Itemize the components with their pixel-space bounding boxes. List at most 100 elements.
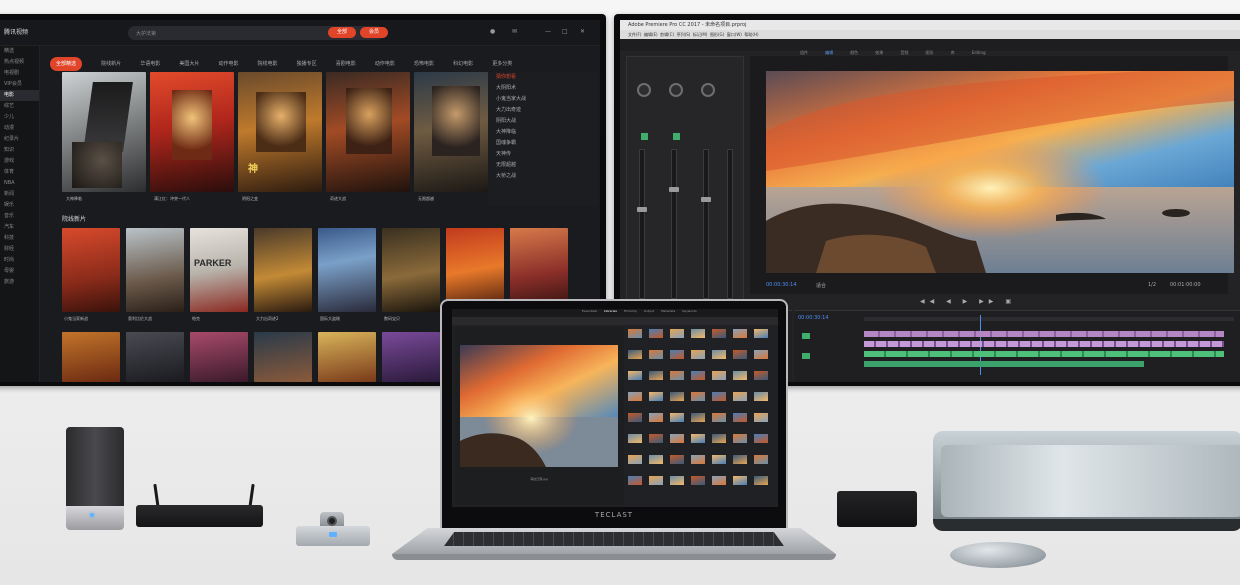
menu-item[interactable]: 序列(S) bbox=[677, 32, 691, 37]
ranking-item[interactable]: 大桥之战 bbox=[488, 171, 598, 182]
photo-thumbnail[interactable] bbox=[628, 434, 642, 443]
audio-track-clips[interactable] bbox=[864, 361, 1144, 367]
photo-thumbnail[interactable] bbox=[649, 434, 663, 443]
photo-thumbnail[interactable] bbox=[649, 350, 663, 359]
movie-poster[interactable] bbox=[318, 228, 376, 312]
photo-thumbnail[interactable] bbox=[712, 455, 726, 464]
pan-knob[interactable] bbox=[637, 83, 651, 97]
sidebar-item-active[interactable]: 电影 bbox=[0, 90, 39, 101]
movie-poster[interactable] bbox=[126, 332, 184, 382]
menu-item[interactable]: 剪辑(C) bbox=[660, 32, 674, 37]
top-button-vip[interactable]: 会员 bbox=[360, 27, 388, 38]
movie-poster[interactable] bbox=[318, 332, 376, 382]
tab[interactable]: 喜剧电影 bbox=[336, 57, 356, 71]
sidebar-item[interactable]: VIP会员 bbox=[0, 79, 39, 90]
app-tab[interactable]: Filmstrip bbox=[624, 309, 637, 313]
fader-handle[interactable] bbox=[701, 197, 711, 202]
app-tab[interactable]: Metadata bbox=[661, 309, 675, 313]
ranking-item[interactable]: 天神传 bbox=[488, 149, 598, 160]
app-tab[interactable]: Output bbox=[644, 309, 654, 313]
photo-thumbnail[interactable] bbox=[712, 329, 726, 338]
tab[interactable]: 院线新片 bbox=[101, 57, 121, 71]
sidebar-item[interactable]: 电视剧 bbox=[0, 68, 39, 79]
pan-knob[interactable] bbox=[701, 83, 715, 97]
sidebar-item[interactable]: 知识 bbox=[0, 145, 39, 156]
movie-poster[interactable] bbox=[62, 332, 120, 382]
tab-featured[interactable]: 全部精选 bbox=[50, 57, 83, 71]
movie-poster[interactable] bbox=[150, 72, 234, 192]
top-button-all[interactable]: 全部 bbox=[328, 27, 356, 38]
sidebar-item[interactable]: 体育 bbox=[0, 167, 39, 178]
audio-track-clips[interactable] bbox=[864, 351, 1224, 357]
movie-poster[interactable] bbox=[326, 72, 410, 192]
photo-thumbnail[interactable] bbox=[649, 476, 663, 485]
photo-thumbnail[interactable] bbox=[670, 392, 684, 401]
photo-thumbnail[interactable] bbox=[628, 476, 642, 485]
photo-thumbnail[interactable] bbox=[733, 476, 747, 485]
photo-thumbnail[interactable] bbox=[712, 434, 726, 443]
tab[interactable]: 华语电影 bbox=[140, 57, 160, 71]
sidebar-item[interactable]: NBA bbox=[0, 178, 39, 189]
photo-thumbnail[interactable] bbox=[733, 329, 747, 338]
photo-thumbnail[interactable] bbox=[754, 413, 768, 422]
ranking-item[interactable]: 无限超越 bbox=[488, 160, 598, 171]
movie-poster[interactable]: 神 bbox=[238, 72, 322, 192]
video-track-clips[interactable] bbox=[864, 331, 1224, 337]
photo-thumbnail[interactable] bbox=[670, 413, 684, 422]
photo-thumbnail[interactable] bbox=[628, 350, 642, 359]
photo-thumbnail[interactable] bbox=[754, 329, 768, 338]
close-icon[interactable]: ✕ bbox=[580, 28, 585, 35]
video-track-clips[interactable] bbox=[864, 341, 1224, 347]
photo-thumbnail[interactable] bbox=[733, 413, 747, 422]
movie-poster[interactable] bbox=[254, 332, 312, 382]
photo-thumbnail[interactable] bbox=[649, 413, 663, 422]
menu-item[interactable]: 编辑(E) bbox=[644, 32, 658, 37]
user-icon[interactable]: ● bbox=[490, 28, 495, 35]
sidebar-item[interactable]: 音乐 bbox=[0, 211, 39, 222]
transport-controls[interactable]: ◀◀ ◀ ▶ ▶▶ ▣ bbox=[920, 298, 1140, 306]
sidebar-item[interactable]: 新闻 bbox=[0, 189, 39, 200]
master-fader[interactable] bbox=[727, 149, 733, 299]
photo-thumbnail[interactable] bbox=[691, 434, 705, 443]
photo-thumbnail[interactable] bbox=[628, 371, 642, 380]
tab[interactable]: 更多分类 bbox=[492, 57, 512, 71]
tab[interactable]: 科幻电影 bbox=[453, 57, 473, 71]
ranking-item[interactable]: 大神降临 bbox=[488, 127, 598, 138]
tab[interactable]: 动作电影 bbox=[375, 57, 395, 71]
app-tab[interactable]: Essentials bbox=[582, 309, 597, 313]
photo-thumbnail[interactable] bbox=[754, 350, 768, 359]
photo-thumbnail[interactable] bbox=[691, 413, 705, 422]
photo-thumbnail[interactable] bbox=[754, 455, 768, 464]
photo-thumbnail[interactable] bbox=[712, 413, 726, 422]
app-tab-active[interactable]: Libraries bbox=[604, 309, 617, 313]
track-toggle[interactable] bbox=[673, 133, 680, 140]
photo-thumbnail[interactable] bbox=[712, 392, 726, 401]
fader-handle[interactable] bbox=[637, 207, 647, 212]
maximize-icon[interactable]: □ bbox=[562, 28, 568, 35]
sidebar-item[interactable]: 游戏 bbox=[0, 156, 39, 167]
photo-thumbnail[interactable] bbox=[754, 392, 768, 401]
menu-item[interactable]: 标记(M) bbox=[693, 32, 708, 37]
track-target-toggle[interactable] bbox=[802, 353, 810, 359]
photo-thumbnail[interactable] bbox=[628, 392, 642, 401]
sidebar-item[interactable]: 精选 bbox=[0, 46, 39, 57]
photo-thumbnail[interactable] bbox=[670, 371, 684, 380]
resolution-select[interactable]: 1/2 bbox=[1148, 282, 1156, 288]
pan-knob[interactable] bbox=[669, 83, 683, 97]
photo-thumbnail[interactable] bbox=[733, 371, 747, 380]
movie-poster[interactable] bbox=[414, 72, 496, 192]
ranking-item[interactable]: 阴阳大战 bbox=[488, 116, 598, 127]
photo-thumbnail[interactable] bbox=[733, 434, 747, 443]
ranking-item[interactable]: 大力出奇迹 bbox=[488, 105, 598, 116]
sidebar-item[interactable]: 娱乐 bbox=[0, 200, 39, 211]
photo-thumbnail[interactable] bbox=[670, 434, 684, 443]
sidebar-item[interactable]: 汽车 bbox=[0, 222, 39, 233]
volume-fader[interactable] bbox=[671, 149, 677, 299]
movie-poster[interactable] bbox=[382, 332, 440, 382]
photo-thumbnail[interactable] bbox=[670, 455, 684, 464]
mail-icon[interactable]: ✉ bbox=[512, 28, 517, 35]
movie-poster[interactable] bbox=[62, 72, 146, 192]
fader-handle[interactable] bbox=[669, 187, 679, 192]
photo-thumbnail[interactable] bbox=[733, 455, 747, 464]
menu-item[interactable]: 文件(F) bbox=[628, 32, 641, 37]
